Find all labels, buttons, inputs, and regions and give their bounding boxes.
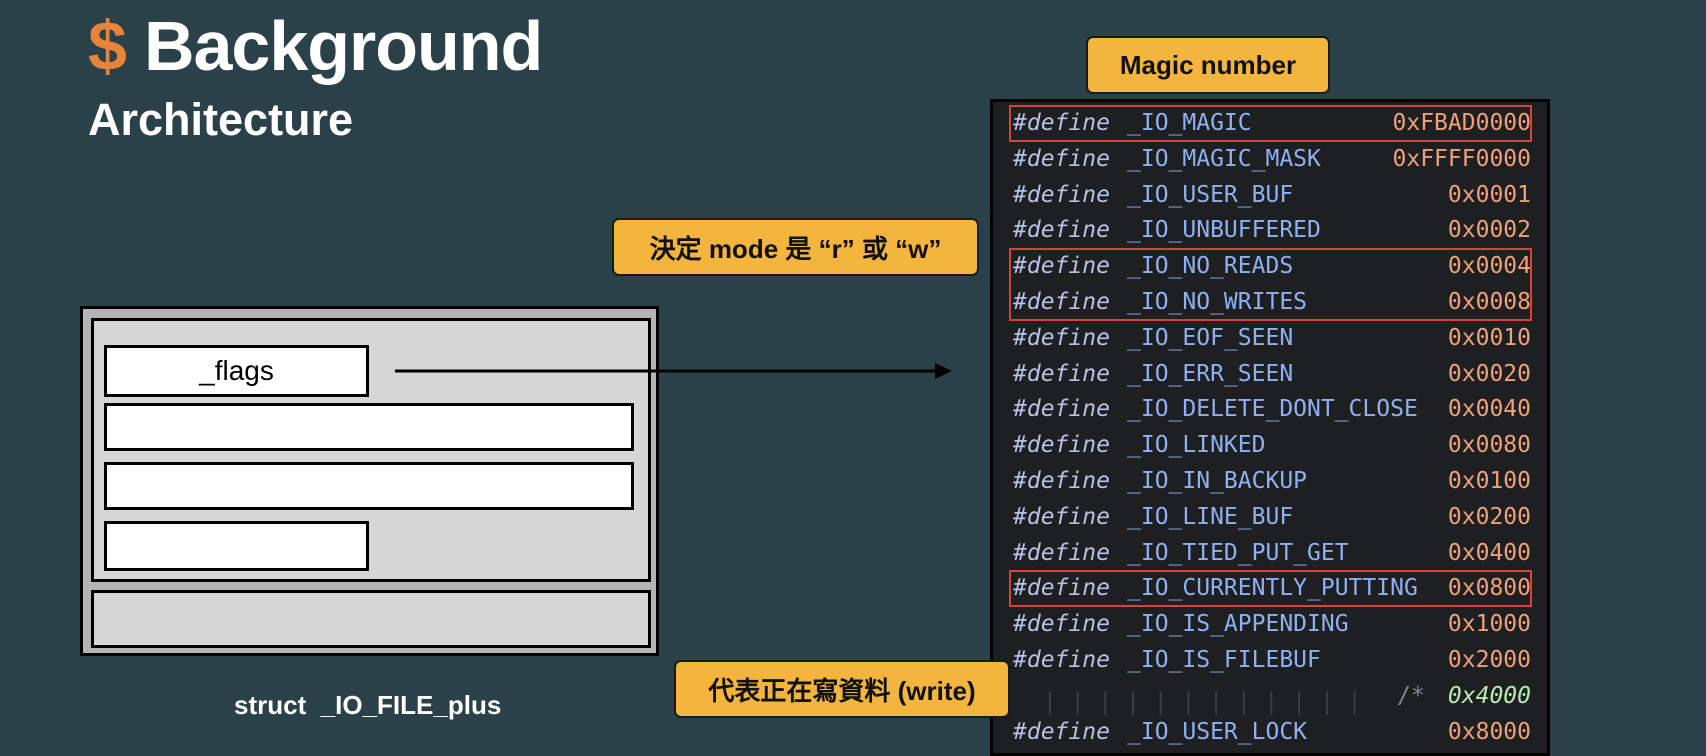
macro-value: 0x2000 <box>1447 647 1531 673</box>
macro-value: 0x0200 <box>1447 503 1531 530</box>
macro-name: _IO_IS_APPENDING <box>1127 611 1349 638</box>
code-line: #define _IO_IS_APPENDING 0x1000 <box>993 607 1547 641</box>
slide-title: $ Background <box>88 6 543 86</box>
define-keyword: #define <box>1013 611 1110 638</box>
macro-value: 0x0020 <box>1447 360 1531 387</box>
macro-name: _IO_DELETE_DONT_CLOSE <box>1127 396 1418 423</box>
code-line: #define _IO_USER_BUF 0x0001 <box>993 178 1547 212</box>
macro-name: _IO_UNBUFFERED <box>1127 217 1321 244</box>
define-keyword: #define <box>1013 468 1110 494</box>
arrow-icon <box>395 363 952 379</box>
define-keyword: #define <box>1013 647 1110 673</box>
macro-name: _IO_ERR_SEEN <box>1127 360 1294 387</box>
write-callout: 代表正在寫資料 (write) <box>674 660 1010 718</box>
macro-name: _IO_LINKED <box>1127 432 1266 459</box>
highlight-box <box>1009 570 1532 608</box>
macro-name: _IO_LINE_BUF <box>1127 503 1294 530</box>
code-line: #define _IO_TIED_PUT_GET 0x0400 <box>993 536 1547 570</box>
dollar-icon: $ <box>88 7 127 85</box>
magic-number-callout: Magic number <box>1086 36 1330 94</box>
define-keyword: #define <box>1013 145 1110 172</box>
macro-value: 0x0040 <box>1447 396 1531 423</box>
macro-value: 0x0010 <box>1447 324 1531 351</box>
struct-bottom-box <box>91 590 651 648</box>
define-keyword: #define <box>1013 324 1110 351</box>
code-line: #define _IO_MAGIC_MASK 0xFFFF0000 <box>993 142 1547 176</box>
macro-name: _IO_MAGIC_MASK <box>1127 145 1321 172</box>
macro-value: 0x0100 <box>1447 468 1531 494</box>
code-line: | | | | | | | | | | | |/* 0x4000 <box>993 679 1547 715</box>
code-line: #define _IO_LINKED 0x0080 <box>993 428 1547 462</box>
macro-name: _IO_USER_BUF <box>1127 181 1294 208</box>
struct-field <box>104 521 369 571</box>
macro-value: 0x4000 <box>1447 682 1531 709</box>
code-line: #define _IO_DELETE_DONT_CLOSE 0x0040 <box>993 392 1547 426</box>
flags-field: _flags <box>104 345 369 397</box>
code-line: #define _IO_UNBUFFERED 0x0002 <box>993 213 1547 247</box>
macro-value: 0x0002 <box>1447 217 1531 244</box>
macro-name: _IO_EOF_SEEN <box>1127 324 1294 351</box>
macro-name: _IO_IS_FILEBUF <box>1127 647 1321 673</box>
code-line: #define _IO_LINE_BUF 0x0200 <box>993 500 1547 534</box>
comment-marker: /* <box>1397 682 1425 709</box>
macro-value: 0xFFFF0000 <box>1392 145 1531 172</box>
code-line: #define _IO_IN_BACKUP 0x0100 <box>993 464 1547 498</box>
macro-value: 0x1000 <box>1447 611 1531 638</box>
title-text: Background <box>143 7 543 85</box>
define-keyword: #define <box>1013 360 1110 387</box>
define-keyword: #define <box>1013 396 1110 423</box>
struct-label: struct _IO_FILE_plus <box>234 690 502 720</box>
slide-subtitle: Architecture <box>88 94 354 145</box>
define-keyword: #define <box>1013 539 1110 566</box>
highlight-box <box>1009 248 1532 321</box>
highlight-box <box>1009 105 1532 142</box>
macro-name: _IO_TIED_PUT_GET <box>1127 539 1349 566</box>
macro-name: _IO_USER_LOCK <box>1127 718 1308 745</box>
define-keyword: #define <box>1013 503 1110 530</box>
struct-field <box>104 403 634 451</box>
define-keyword: #define <box>1013 718 1110 745</box>
macro-value: 0x0400 <box>1447 539 1531 566</box>
macro-name: _IO_IN_BACKUP <box>1127 468 1308 494</box>
code-panel: #define _IO_MAGIC 0xFBAD0000 #define _IO_MAG… <box>990 99 1550 756</box>
macro-value: 0x0080 <box>1447 432 1531 459</box>
code-line: #define _IO_IS_FILEBUF 0x2000 <box>993 643 1547 677</box>
code-line: #define _IO_EOF_SEEN 0x0010 <box>993 321 1547 355</box>
define-keyword: #define <box>1013 181 1110 208</box>
mode-callout: 決定 mode 是 “r” 或 “w” <box>612 218 979 276</box>
define-keyword: #define <box>1013 432 1110 459</box>
macro-value: 0x0001 <box>1447 181 1531 208</box>
macro-value: 0x8000 <box>1447 718 1531 745</box>
code-line: #define _IO_ERR_SEEN 0x0020 <box>993 357 1547 391</box>
code-line: #define _IO_USER_LOCK 0x8000 <box>993 715 1547 749</box>
struct-field <box>104 462 634 510</box>
define-keyword: #define <box>1013 217 1110 244</box>
